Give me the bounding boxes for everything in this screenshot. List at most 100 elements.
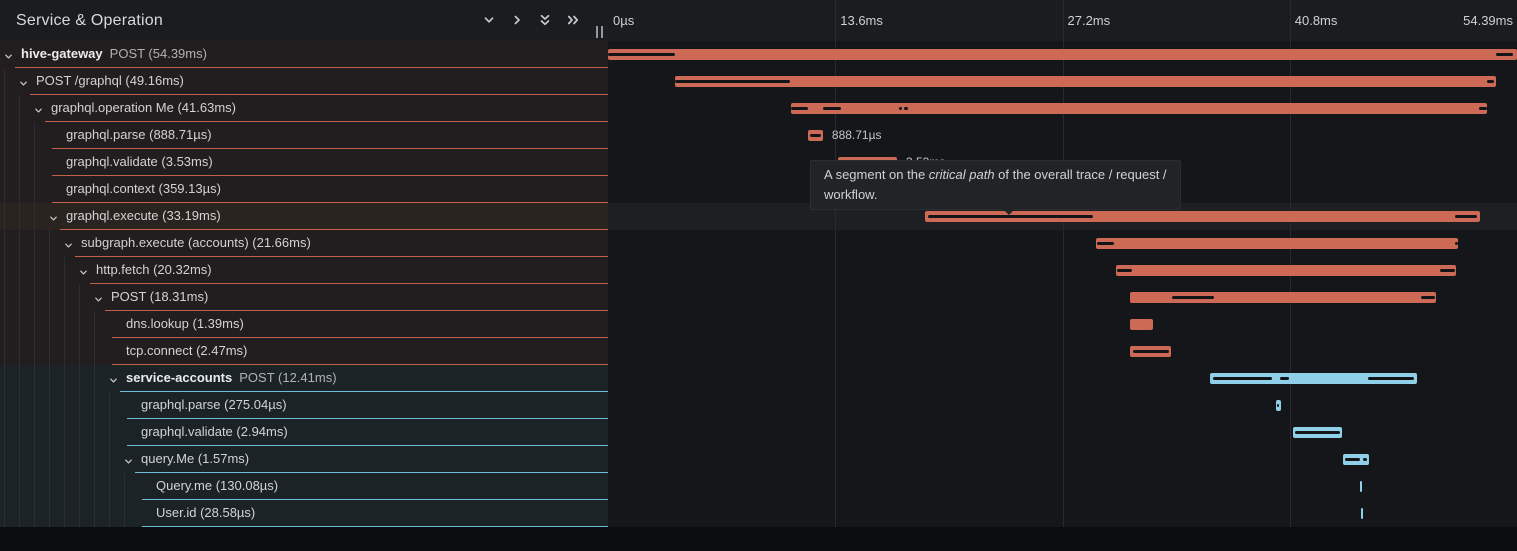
indent-guide — [34, 122, 35, 149]
tree-row[interactable]: service-accountsPOST (12.41ms) — [0, 365, 608, 392]
indent-guide — [64, 446, 65, 473]
tree-row-label: graphql.parse (275.04µs) — [141, 392, 604, 418]
span-bar[interactable] — [1361, 508, 1363, 519]
indent-guide — [4, 392, 5, 419]
tooltip-line2: workflow. — [824, 185, 1167, 205]
tree-row[interactable]: graphql.parse (275.04µs) — [0, 392, 608, 419]
tree-row[interactable]: User.id (28.58µs) — [0, 500, 608, 527]
span-bar[interactable] — [1293, 427, 1342, 438]
trace-view: Service & Operation 0µs13.6ms27.2ms40.8m… — [0, 0, 1517, 551]
indent-guide — [4, 176, 5, 203]
axis-tick-label: 13.6ms — [840, 0, 883, 41]
expand-chevron-icon[interactable] — [48, 211, 59, 222]
indent-guide — [19, 176, 20, 203]
tree-row[interactable]: dns.lookup (1.39ms) — [0, 311, 608, 338]
expand-chevron-icon[interactable] — [3, 49, 14, 60]
tree-row-label: graphql.validate (3.53ms) — [66, 149, 604, 175]
tree-row[interactable]: graphql.operation Me (41.63ms) — [0, 95, 608, 122]
tree-row[interactable]: http.fetch (20.32ms) — [0, 257, 608, 284]
chevron-down-icon[interactable] — [478, 9, 500, 31]
tree-row[interactable]: tcp.connect (2.47ms) — [0, 338, 608, 365]
span-bar[interactable] — [1343, 454, 1369, 465]
indent-guide — [4, 230, 5, 257]
span-bar[interactable] — [1130, 292, 1436, 303]
chevron-right-icon[interactable] — [506, 9, 528, 31]
indent-guide — [34, 284, 35, 311]
indent-guide — [49, 284, 50, 311]
indent-guide — [109, 500, 110, 527]
tree-row[interactable]: subgraph.execute (accounts) (21.66ms) — [0, 230, 608, 257]
tree-row[interactable]: POST (18.31ms) — [0, 284, 608, 311]
indent-guide — [34, 230, 35, 257]
tree-row-label: POST (18.31ms) — [111, 284, 604, 310]
span-bar[interactable] — [808, 130, 823, 141]
expand-chevron-icon[interactable] — [18, 76, 29, 87]
expand-chevron-icon[interactable] — [33, 103, 44, 114]
critical-path-stripe — [899, 107, 902, 110]
indent-guide — [34, 419, 35, 446]
indent-guide — [94, 446, 95, 473]
indent-guide — [94, 473, 95, 500]
critical-path-stripe — [1172, 296, 1213, 299]
span-bar[interactable] — [1130, 319, 1153, 330]
expand-chevron-icon[interactable] — [93, 292, 104, 303]
tree-row[interactable]: graphql.context (359.13µs) — [0, 176, 608, 203]
tree-row[interactable]: graphql.validate (2.94ms) — [0, 419, 608, 446]
critical-path-stripe — [1345, 458, 1359, 461]
double-chevron-down-icon[interactable] — [534, 9, 556, 31]
critical-path-stripe — [1479, 107, 1487, 110]
span-bar[interactable] — [1360, 481, 1362, 492]
expand-chevron-icon[interactable] — [63, 238, 74, 249]
tree-row[interactable]: Query.me (130.08µs) — [0, 473, 608, 500]
indent-guide — [19, 311, 20, 338]
tree-row[interactable]: hive-gatewayPOST (54.39ms) — [0, 41, 608, 68]
indent-guide — [34, 500, 35, 527]
span-bar[interactable] — [1096, 238, 1458, 249]
indent-guide — [4, 257, 5, 284]
tree-row[interactable]: query.Me (1.57ms) — [0, 446, 608, 473]
tree-row[interactable]: graphql.execute (33.19ms) — [0, 203, 608, 230]
indent-guide — [49, 257, 50, 284]
tree-row-label: graphql.operation Me (41.63ms) — [51, 95, 604, 121]
span-bar[interactable] — [1276, 400, 1281, 411]
panel-resize-handle[interactable] — [594, 25, 606, 39]
panel-title: Service & Operation — [16, 0, 163, 41]
indent-guide — [34, 203, 35, 230]
critical-path-tooltip: A segment on the critical path of the ov… — [810, 160, 1181, 210]
indent-guide — [79, 392, 80, 419]
indent-guide — [19, 230, 20, 257]
indent-guide — [94, 500, 95, 527]
span-bar[interactable] — [1130, 346, 1171, 357]
critical-path-stripe — [1368, 377, 1414, 380]
span-bar[interactable] — [1116, 265, 1456, 276]
critical-path-stripe — [1117, 269, 1132, 272]
span-bar[interactable] — [608, 49, 1517, 60]
indent-guide — [4, 473, 5, 500]
tree-row[interactable]: graphql.parse (888.71µs) — [0, 122, 608, 149]
expand-chevron-icon[interactable] — [123, 454, 134, 465]
expand-chevron-icon[interactable] — [108, 373, 119, 384]
axis-tick-label: 40.8ms — [1295, 0, 1338, 41]
critical-path-stripe — [1421, 296, 1435, 299]
tree-row-label: graphql.execute (33.19ms) — [66, 203, 604, 229]
indent-guide — [64, 338, 65, 365]
indent-guide — [19, 122, 20, 149]
expand-chevron-icon[interactable] — [78, 265, 89, 276]
tree-row-label: graphql.context (359.13µs) — [66, 176, 604, 202]
bottom-strip — [0, 527, 1517, 551]
indent-guide — [4, 365, 5, 392]
indent-guide — [64, 311, 65, 338]
indent-guide — [49, 419, 50, 446]
tree-row[interactable]: graphql.validate (3.53ms) — [0, 149, 608, 176]
double-chevron-right-icon[interactable] — [562, 9, 584, 31]
span-bar[interactable] — [791, 103, 1487, 114]
span-bar[interactable] — [1210, 373, 1417, 384]
indent-guide — [4, 338, 5, 365]
indent-guide — [124, 473, 125, 500]
indent-guide — [19, 203, 20, 230]
span-bar[interactable] — [675, 76, 1497, 87]
critical-path-stripe — [1097, 242, 1114, 245]
tree-row-label: dns.lookup (1.39ms) — [126, 311, 604, 337]
indent-guide — [34, 149, 35, 176]
tree-row[interactable]: POST /graphql (49.16ms) — [0, 68, 608, 95]
